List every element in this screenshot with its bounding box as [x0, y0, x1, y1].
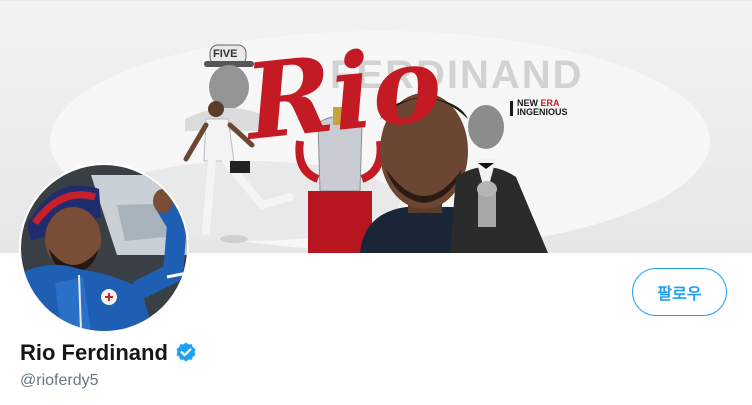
profile-handle: @rioferdy5 — [20, 372, 99, 389]
avatar-photo — [21, 165, 187, 331]
avatar-photo-artwork — [21, 165, 187, 331]
sponsor-mark-icon — [510, 100, 513, 116]
banner-cap-text: FIVE — [213, 48, 238, 60]
sponsor-logo: NEW ERA INGENIOUS — [510, 99, 568, 117]
profile-name-row: Rio Ferdinand — [20, 340, 198, 366]
sponsor-line2: INGENIOUS — [517, 107, 568, 117]
profile-card: FERDINAND Rio FIVE NEW ERA INGENIOUS 팔로우… — [0, 0, 752, 405]
profile-display-name: Rio Ferdinand — [20, 340, 168, 365]
verified-badge-icon — [174, 341, 198, 365]
banner-firstname-script: Rio — [240, 21, 448, 164]
follow-button[interactable]: 팔로우 — [632, 268, 727, 316]
profile-avatar[interactable] — [19, 163, 189, 333]
